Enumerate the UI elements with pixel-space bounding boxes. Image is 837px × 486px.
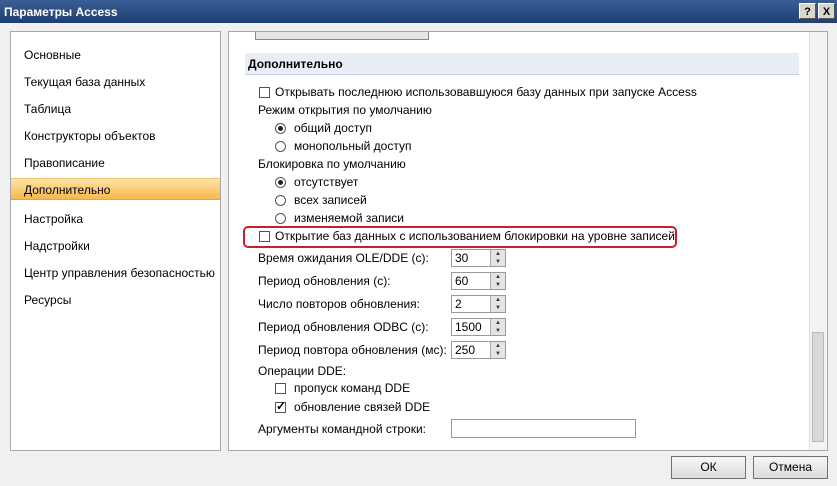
category-list: Основные Текущая база данных Таблица Кон… xyxy=(10,31,221,451)
open-mode-label: Режим открытия по умолчанию xyxy=(258,103,432,117)
sidebar-item-customize[interactable]: Настройка xyxy=(11,208,220,230)
lock-edited-radio[interactable] xyxy=(275,213,286,224)
sidebar-item-general[interactable]: Основные xyxy=(11,44,220,66)
lock-none-label: отсутствует xyxy=(294,175,359,189)
cancel-button[interactable]: Отмена xyxy=(753,456,828,479)
dde-operations-label: Операции DDE: xyxy=(258,364,347,378)
ok-button[interactable]: ОК xyxy=(671,456,746,479)
ignore-dde-checkbox[interactable] xyxy=(275,383,286,394)
odbc-refresh-value: 1500 xyxy=(455,320,482,334)
odbc-refresh-spinner[interactable]: 1500 ▲ ▼ xyxy=(451,318,506,336)
sidebar-item-object-designers[interactable]: Конструкторы объектов xyxy=(11,125,220,147)
vertical-scrollbar[interactable] xyxy=(809,32,827,450)
refresh-dde-checkbox[interactable] xyxy=(275,399,286,413)
sidebar-item-current-database[interactable]: Текущая база данных xyxy=(11,71,220,93)
spinner-arrows-icon[interactable]: ▲ ▼ xyxy=(490,273,505,289)
open-mode-shared-radio[interactable] xyxy=(275,123,286,134)
partially-hidden-button[interactable] xyxy=(255,32,429,40)
close-button[interactable]: X xyxy=(818,3,835,19)
spinner-arrows-icon[interactable]: ▲ ▼ xyxy=(490,250,505,266)
lock-label: Блокировка по умолчанию xyxy=(258,157,406,171)
dialog-body: Основные Текущая база данных Таблица Кон… xyxy=(0,23,837,486)
sidebar-item-resources[interactable]: Ресурсы xyxy=(11,289,220,311)
refresh-dde-label: обновление связей DDE xyxy=(294,400,431,414)
sidebar-item-addins[interactable]: Надстройки xyxy=(11,235,220,257)
refresh-interval-label: Период обновления (с): xyxy=(258,274,391,288)
spinner-arrows-icon[interactable]: ▲ ▼ xyxy=(490,296,505,312)
retry-interval-value: 250 xyxy=(455,343,476,357)
lock-all-radio[interactable] xyxy=(275,195,286,206)
retry-interval-spinner[interactable]: 250 ▲ ▼ xyxy=(451,341,506,359)
sidebar-item-trust-center[interactable]: Центр управления безопасностью xyxy=(11,262,220,284)
sidebar-item-advanced[interactable]: Дополнительно xyxy=(11,178,220,200)
update-retries-spinner[interactable]: 2 ▲ ▼ xyxy=(451,295,506,313)
lock-edited-label: изменяемой записи xyxy=(294,211,404,225)
title-bar: Параметры Access ? X xyxy=(0,0,837,23)
open-mode-exclusive-label: монопольный доступ xyxy=(294,139,412,153)
open-mode-shared-label: общий доступ xyxy=(294,121,372,135)
open-last-label: Открывать последнюю использовавшуюся баз… xyxy=(275,85,697,99)
sidebar-item-proofing[interactable]: Правописание xyxy=(11,152,220,174)
ignore-dde-label: пропуск команд DDE xyxy=(294,381,411,395)
section-header: Дополнительно xyxy=(245,53,799,75)
update-retries-label: Число повторов обновления: xyxy=(258,297,421,311)
lock-all-label: всех записей xyxy=(294,193,367,207)
ole-timeout-value: 30 xyxy=(455,251,469,265)
refresh-interval-spinner[interactable]: 60 ▲ ▼ xyxy=(451,272,506,290)
update-retries-value: 2 xyxy=(455,297,462,311)
help-button[interactable]: ? xyxy=(799,3,816,19)
odbc-refresh-label: Период обновления ODBC (с): xyxy=(258,320,429,334)
cmdline-input[interactable] xyxy=(451,419,636,438)
scrollbar-thumb[interactable] xyxy=(812,332,824,442)
spinner-arrows-icon[interactable]: ▲ ▼ xyxy=(490,319,505,335)
lock-none-radio[interactable] xyxy=(275,177,286,188)
refresh-interval-value: 60 xyxy=(455,274,469,288)
open-mode-exclusive-radio[interactable] xyxy=(275,141,286,152)
spinner-arrows-icon[interactable]: ▲ ▼ xyxy=(490,342,505,358)
retry-interval-label: Период повтора обновления (мс): xyxy=(258,343,447,357)
ole-timeout-spinner[interactable]: 30 ▲ ▼ xyxy=(451,249,506,267)
cmdline-label: Аргументы командной строки: xyxy=(258,422,427,436)
ole-timeout-label: Время ожидания OLE/DDE (с): xyxy=(258,251,429,265)
window-title: Параметры Access xyxy=(4,5,118,19)
open-last-checkbox[interactable] xyxy=(259,87,270,98)
sidebar-item-datasheet[interactable]: Таблица xyxy=(11,98,220,120)
record-lock-highlight xyxy=(243,226,677,248)
